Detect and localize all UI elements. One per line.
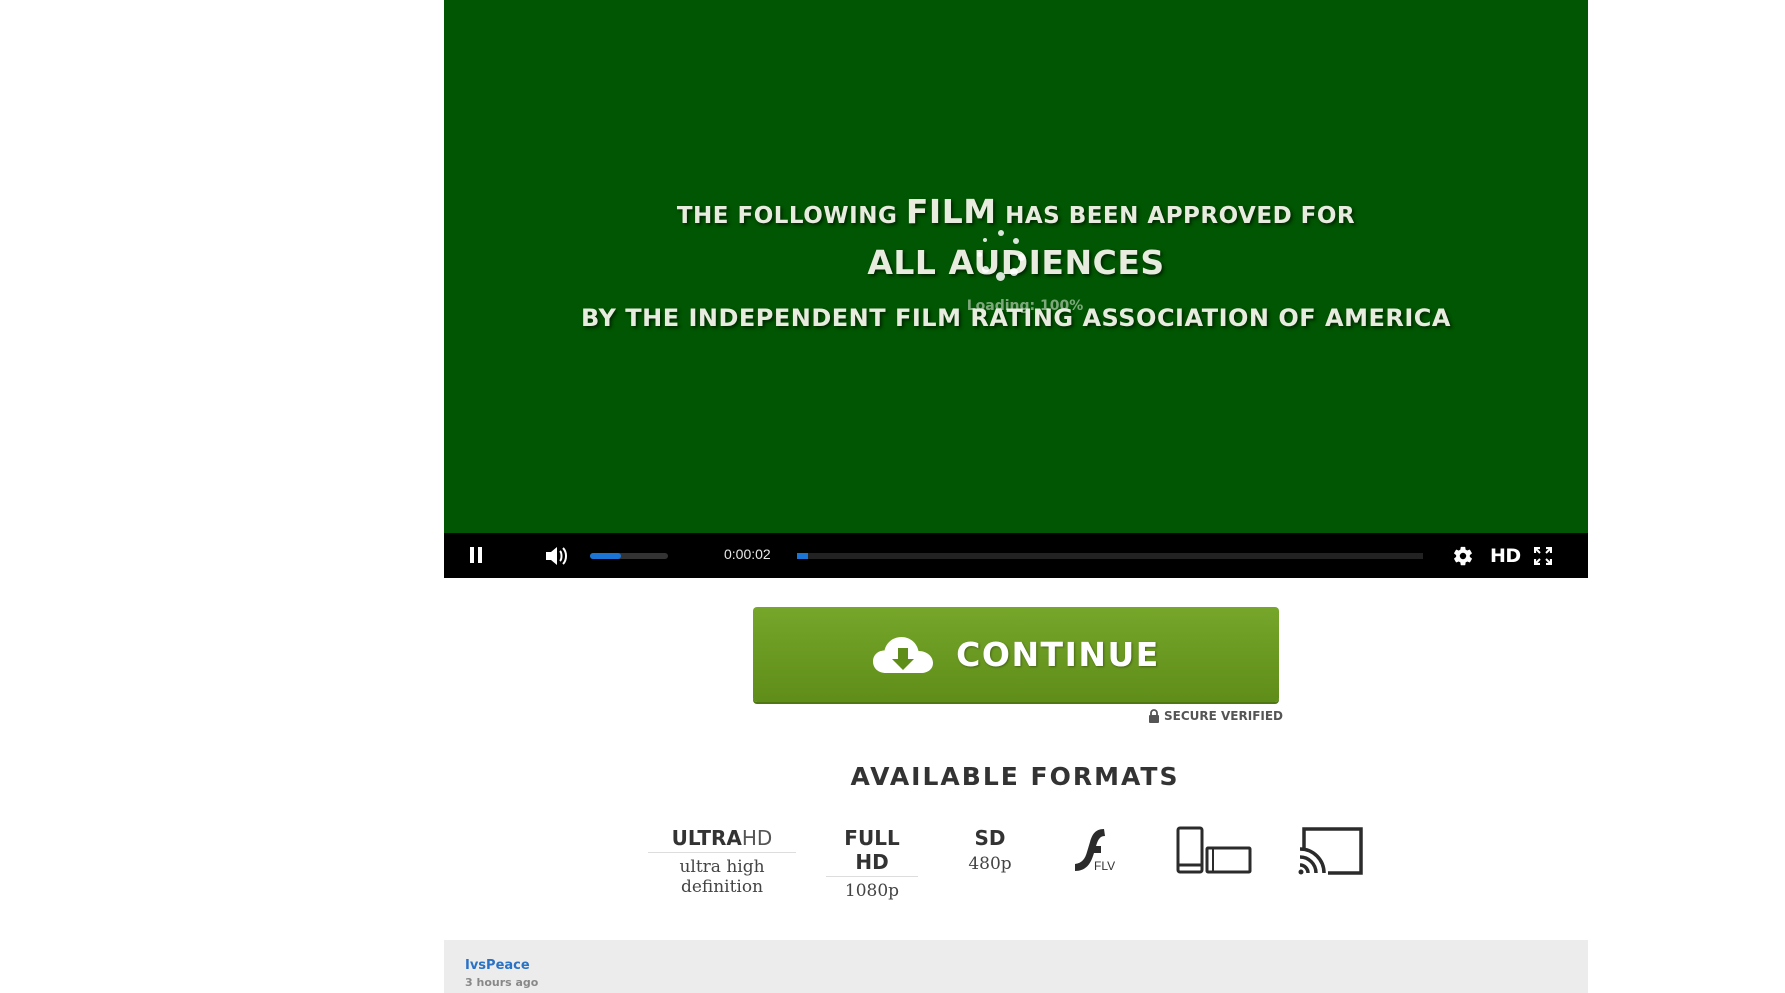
video-player[interactable]: THE FOLLOWING FILM HAS BEEN APPROVED FOR… xyxy=(444,0,1588,578)
continue-button[interactable]: CONTINUE xyxy=(753,607,1279,702)
secure-verified-badge: SECURE VERIFIED xyxy=(1148,709,1283,723)
comment-timestamp: 3 hours ago xyxy=(465,976,539,989)
seek-bar[interactable] xyxy=(797,553,1423,559)
quality-button[interactable]: HD xyxy=(1490,545,1521,567)
gear-icon xyxy=(1454,546,1472,566)
format-sd: SD 480p xyxy=(960,826,1020,874)
format-ultra-hd-sub: ultra high definition xyxy=(679,857,765,897)
format-full-hd-sub: 1080p xyxy=(844,881,900,901)
player-controls: 0:00:02 HD xyxy=(444,533,1588,578)
settings-button[interactable] xyxy=(1452,545,1474,567)
comment-username[interactable]: IvsPeace xyxy=(465,958,530,973)
loading-spinner-icon xyxy=(976,230,1026,281)
loading-text: Loading: 100% xyxy=(966,298,1084,314)
format-ultra-hd-thin: HD xyxy=(741,826,773,850)
format-full-hd-name: FULL HD xyxy=(826,826,918,877)
volume-slider[interactable] xyxy=(590,553,668,559)
cloud-download-icon xyxy=(873,636,934,673)
flash-flv-icon: FLV xyxy=(1075,829,1115,873)
title-card-text: THE FOLLOWING xyxy=(676,203,906,229)
format-full-hd: FULL HD 1080p xyxy=(826,826,918,901)
speaker-icon xyxy=(546,547,567,565)
format-ultra-hd: ULTRAHD ultra high definition xyxy=(648,826,796,897)
time-display: 0:00:02 xyxy=(724,546,771,562)
continue-label: CONTINUE xyxy=(956,635,1160,674)
lock-icon xyxy=(1149,709,1159,723)
comment-item: IvsPeace 3 hours ago xyxy=(444,940,1588,993)
fullscreen-icon xyxy=(1533,546,1553,566)
video-area[interactable]: THE FOLLOWING FILM HAS BEEN APPROVED FOR… xyxy=(444,0,1588,533)
format-sd-sub: 480p xyxy=(968,854,1012,874)
flv-label: FLV xyxy=(1094,859,1115,873)
title-card-film: FILM xyxy=(905,192,997,231)
secure-verified-label: SECURE VERIFIED xyxy=(1164,709,1284,723)
devices-icon xyxy=(1176,826,1252,874)
fullscreen-button[interactable] xyxy=(1533,546,1553,566)
format-sd-name: SD xyxy=(974,826,1006,850)
title-card-text: HAS BEEN APPROVED FOR xyxy=(996,203,1356,229)
cast-icon xyxy=(1298,827,1363,875)
seek-bar-fill xyxy=(797,553,809,559)
format-ultra-hd-name: ULTRAHD xyxy=(648,826,796,853)
volume-slider-fill xyxy=(590,553,622,559)
volume-button[interactable] xyxy=(544,545,568,567)
format-ultra-hd-bold: ULTRA xyxy=(671,826,742,850)
available-formats-title: AVAILABLE FORMATS xyxy=(850,762,1180,791)
pause-button[interactable] xyxy=(468,547,484,565)
